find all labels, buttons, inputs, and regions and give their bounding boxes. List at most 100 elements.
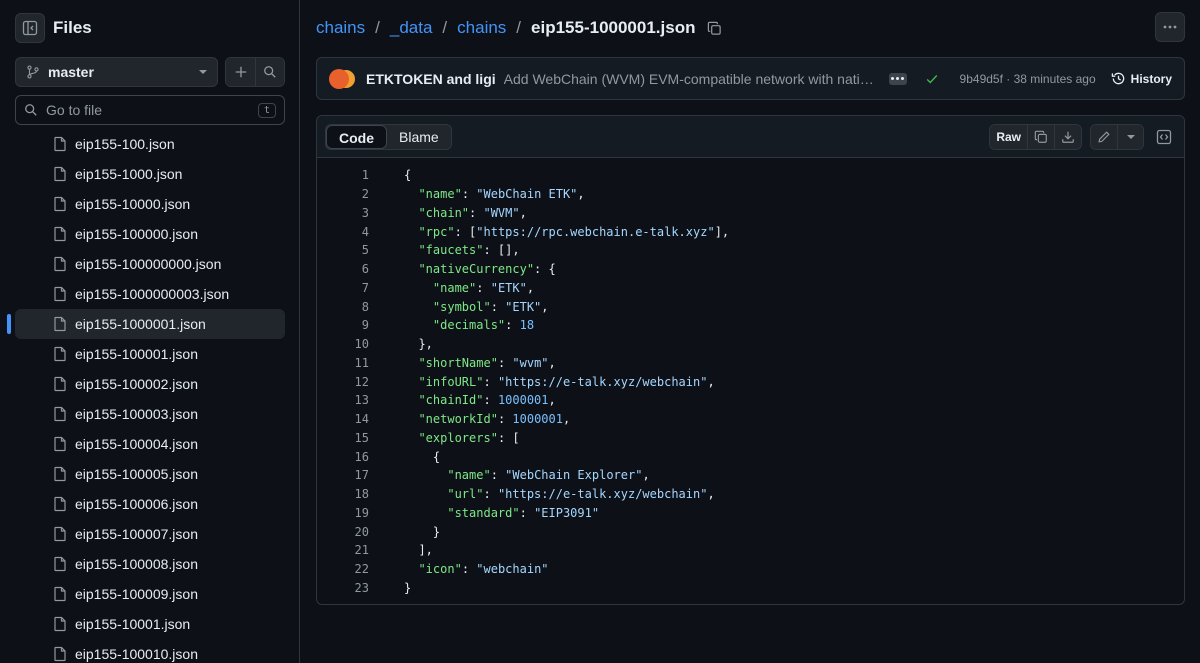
- download-button[interactable]: [1054, 125, 1081, 149]
- add-file-button[interactable]: [226, 58, 255, 86]
- avatar[interactable]: [329, 68, 349, 89]
- search-files-button[interactable]: [255, 58, 284, 86]
- sidebar-title: Files: [53, 18, 92, 37]
- expand-commit-message-button[interactable]: [889, 72, 907, 85]
- breadcrumb: chains / _data / chains / eip155-1000001…: [316, 16, 722, 40]
- collapse-sidebar-button[interactable]: [15, 13, 45, 43]
- edit-options-dropdown[interactable]: [1117, 125, 1143, 149]
- line-number[interactable]: 23: [317, 581, 369, 595]
- line-number[interactable]: 5: [317, 243, 369, 257]
- line-number[interactable]: 18: [317, 487, 369, 501]
- tree-item-file[interactable]: eip155-1000000003.json: [15, 279, 285, 309]
- code-line: 7 "name": "ETK",: [317, 279, 1184, 298]
- code-line-content: "rpc": ["https://rpc.webchain.e-talk.xyz…: [418, 224, 730, 239]
- tree-item-file[interactable]: eip155-100.json: [15, 129, 285, 159]
- chevron-down-icon: [1126, 135, 1135, 139]
- code-line-content: "name": "ETK",: [432, 280, 535, 295]
- tree-item-file[interactable]: eip155-100002.json: [15, 369, 285, 399]
- tree-item-active-file[interactable]: eip155-1000001.json: [7, 309, 285, 339]
- line-number[interactable]: 21: [317, 543, 369, 557]
- line-number[interactable]: 14: [317, 412, 369, 426]
- tree-item-file[interactable]: eip155-100003.json: [15, 399, 285, 429]
- latest-commit-bar: ETKTOKEN and ligi Add WebChain (WVM) EVM…: [316, 57, 1185, 100]
- line-number[interactable]: 12: [317, 375, 369, 389]
- line-number[interactable]: 13: [317, 393, 369, 407]
- line-number[interactable]: 1: [317, 168, 369, 182]
- tree-item-file[interactable]: eip155-1000.json: [15, 159, 285, 189]
- code-line-content: "decimals": 18: [432, 318, 535, 333]
- code-line-content: "networkId": 1000001,: [418, 412, 571, 427]
- tree-item-label: eip155-1000001.json: [75, 316, 206, 332]
- tab-code[interactable]: Code: [326, 125, 387, 149]
- copy-path-button[interactable]: [707, 21, 722, 36]
- symbols-panel-button[interactable]: [1156, 129, 1172, 145]
- tree-item-file[interactable]: eip155-100010.json: [15, 639, 285, 663]
- tree-item-file[interactable]: eip155-100000000.json: [15, 249, 285, 279]
- line-number[interactable]: 7: [317, 281, 369, 295]
- tree-item-file[interactable]: eip155-100000.json: [15, 219, 285, 249]
- tree-item-file[interactable]: eip155-100004.json: [15, 429, 285, 459]
- line-number[interactable]: 9: [317, 318, 369, 332]
- line-number[interactable]: 3: [317, 206, 369, 220]
- code-line-content: "chain": "WVM",: [418, 205, 527, 220]
- raw-button[interactable]: Raw: [990, 125, 1027, 149]
- line-number[interactable]: 16: [317, 450, 369, 464]
- code-line: 15 "explorers": [: [317, 429, 1184, 448]
- history-button[interactable]: History: [1111, 71, 1172, 86]
- line-number[interactable]: 20: [317, 525, 369, 539]
- pencil-icon: [1098, 131, 1110, 143]
- line-number[interactable]: 8: [317, 300, 369, 314]
- commit-sha-and-time[interactable]: 9b49d5f · 38 minutes ago: [960, 72, 1096, 86]
- tree-item-file[interactable]: eip155-100006.json: [15, 489, 285, 519]
- tree-item-file[interactable]: eip155-10001.json: [15, 609, 285, 639]
- check-icon[interactable]: [925, 72, 939, 86]
- branch-selector[interactable]: master: [15, 57, 218, 87]
- file-icon: [54, 346, 66, 362]
- code-line-content: "symbol": "ETK",: [432, 299, 549, 314]
- tree-item-file[interactable]: eip155-10000.json: [15, 189, 285, 219]
- breadcrumb-link-chains-root[interactable]: chains: [316, 18, 365, 38]
- tab-blame[interactable]: Blame: [387, 125, 451, 149]
- main-content: chains / _data / chains / eip155-1000001…: [301, 0, 1200, 663]
- commit-message[interactable]: Add WebChain (WVM) EVM-compatible networ…: [504, 71, 877, 87]
- git-branch-icon: [27, 65, 39, 79]
- line-number[interactable]: 22: [317, 562, 369, 576]
- tree-item-file[interactable]: eip155-100005.json: [15, 459, 285, 489]
- breadcrumb-current-file: eip155-1000001.json: [531, 18, 696, 37]
- file-icon: [54, 646, 66, 662]
- code-line: 6 "nativeCurrency": {: [317, 260, 1184, 279]
- file-icon: [54, 226, 66, 242]
- commit-authors[interactable]: ETKTOKEN and ligi: [366, 71, 496, 87]
- line-number[interactable]: 17: [317, 468, 369, 482]
- tree-item-label: eip155-100003.json: [75, 406, 198, 422]
- code-line: 4 "rpc": ["https://rpc.webchain.e-talk.x…: [317, 222, 1184, 241]
- line-number[interactable]: 19: [317, 506, 369, 520]
- line-number[interactable]: 10: [317, 337, 369, 351]
- tree-item-file[interactable]: eip155-100007.json: [15, 519, 285, 549]
- file-icon: [54, 496, 66, 512]
- edit-file-button[interactable]: [1091, 125, 1117, 149]
- raw-copy-download-group: Raw: [989, 124, 1082, 150]
- go-to-file-input[interactable]: Go to file t: [15, 95, 285, 125]
- code-line-content: },: [404, 337, 433, 352]
- tree-item-file[interactable]: eip155-100009.json: [15, 579, 285, 609]
- code-line-content: "infoURL": "https://e-talk.xyz/webchain"…: [418, 374, 715, 389]
- code-line-content: "chainId": 1000001,: [418, 393, 556, 408]
- line-number[interactable]: 15: [317, 431, 369, 445]
- breadcrumb-link-data[interactable]: _data: [390, 18, 433, 38]
- line-number[interactable]: 4: [317, 225, 369, 239]
- code-line: 22 "icon": "webchain": [317, 560, 1184, 579]
- tree-item-file[interactable]: eip155-100001.json: [15, 339, 285, 369]
- code-line-content: "explorers": [: [418, 430, 520, 445]
- line-number[interactable]: 11: [317, 356, 369, 370]
- copy-raw-button[interactable]: [1027, 125, 1054, 149]
- tree-item-label: eip155-100007.json: [75, 526, 198, 542]
- code-line-content: }: [404, 580, 412, 595]
- go-to-file-placeholder: Go to file: [46, 102, 103, 118]
- more-options-button[interactable]: [1155, 12, 1185, 42]
- tree-item-file[interactable]: eip155-100008.json: [15, 549, 285, 579]
- code-line: 2 "name": "WebChain ETK",: [317, 185, 1184, 204]
- line-number[interactable]: 2: [317, 187, 369, 201]
- line-number[interactable]: 6: [317, 262, 369, 276]
- breadcrumb-link-chains[interactable]: chains: [457, 18, 506, 38]
